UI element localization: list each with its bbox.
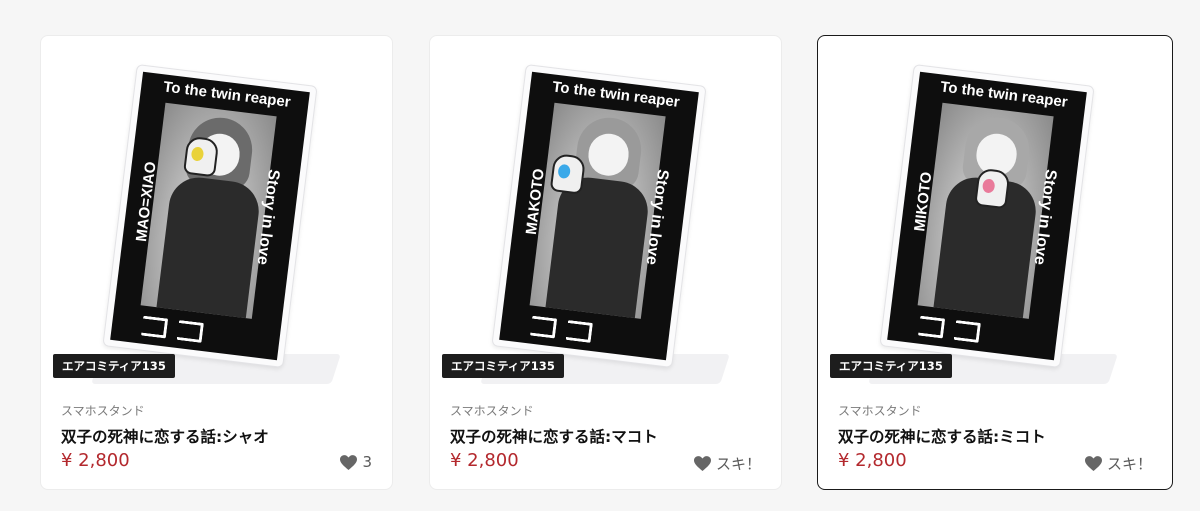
heart-icon (340, 454, 358, 470)
acrylic-stand-image: To the twin reaper MAO=XIAO Story in lov… (102, 63, 318, 369)
like-button[interactable]: 3 (340, 453, 372, 471)
product-name[interactable]: 双子の死神に恋する話:マコト (450, 425, 658, 447)
product-card[interactable]: To the twin reaper MIKOTO Story in love … (817, 35, 1173, 490)
like-label: スキ！ (715, 455, 761, 473)
character-illustration (140, 102, 277, 319)
artwork-print: To the twin reaper MAO=XIAO Story in lov… (110, 71, 310, 361)
product-price: ¥ 2,800 (61, 450, 130, 471)
acrylic-stand-image: To the twin reaper MAKOTO Story in love (491, 63, 707, 369)
product-price: ¥ 2,800 (838, 450, 907, 471)
product-category: スマホスタンド (61, 404, 145, 418)
product-name[interactable]: 双子の死神に恋する話:ミコト (838, 425, 1046, 447)
logo-glyph (565, 320, 593, 343)
heart-icon (693, 456, 711, 471)
like-count: 3 (362, 453, 372, 471)
product-category: スマホスタンド (450, 404, 534, 418)
artwork-print: To the twin reaper MAKOTO Story in love (499, 71, 699, 361)
event-tag: エアコミティア135 (830, 354, 952, 378)
product-category: スマホスタンド (838, 404, 922, 418)
character-illustration (529, 102, 666, 319)
logo-glyph (529, 315, 558, 339)
like-button[interactable]: スキ！ (693, 453, 761, 474)
logo-glyph (953, 320, 981, 343)
product-card[interactable]: To the twin reaper MAKOTO Story in love … (429, 35, 782, 490)
product-grid: To the twin reaper MAO=XIAO Story in lov… (0, 0, 1200, 511)
product-thumbnail[interactable]: To the twin reaper MAKOTO Story in love … (430, 36, 781, 384)
logo-glyph (917, 315, 946, 339)
product-price: ¥ 2,800 (450, 450, 519, 471)
like-label: スキ！ (1106, 455, 1152, 473)
artwork-print: To the twin reaper MIKOTO Story in love (887, 71, 1087, 361)
character-illustration (917, 102, 1054, 319)
event-tag: エアコミティア135 (53, 354, 175, 378)
mask-icon (549, 153, 587, 195)
product-name[interactable]: 双子の死神に恋する話:シャオ (61, 425, 269, 447)
mask-eye (557, 163, 571, 180)
like-button[interactable]: スキ！ (1084, 453, 1152, 474)
mask-eye (190, 146, 205, 162)
product-thumbnail[interactable]: To the twin reaper MIKOTO Story in love … (818, 36, 1172, 384)
product-thumbnail[interactable]: To the twin reaper MAO=XIAO Story in lov… (41, 36, 392, 384)
heart-icon (1084, 456, 1102, 471)
event-tag: エアコミティア135 (442, 354, 564, 378)
product-card[interactable]: To the twin reaper MAO=XIAO Story in lov… (40, 35, 393, 490)
logo-glyph (176, 320, 204, 343)
acrylic-stand-image: To the twin reaper MIKOTO Story in love (879, 63, 1095, 369)
mask-icon (974, 167, 1011, 210)
logo-glyph (140, 315, 169, 339)
mask-eye (981, 178, 996, 194)
mask-icon (182, 135, 220, 178)
